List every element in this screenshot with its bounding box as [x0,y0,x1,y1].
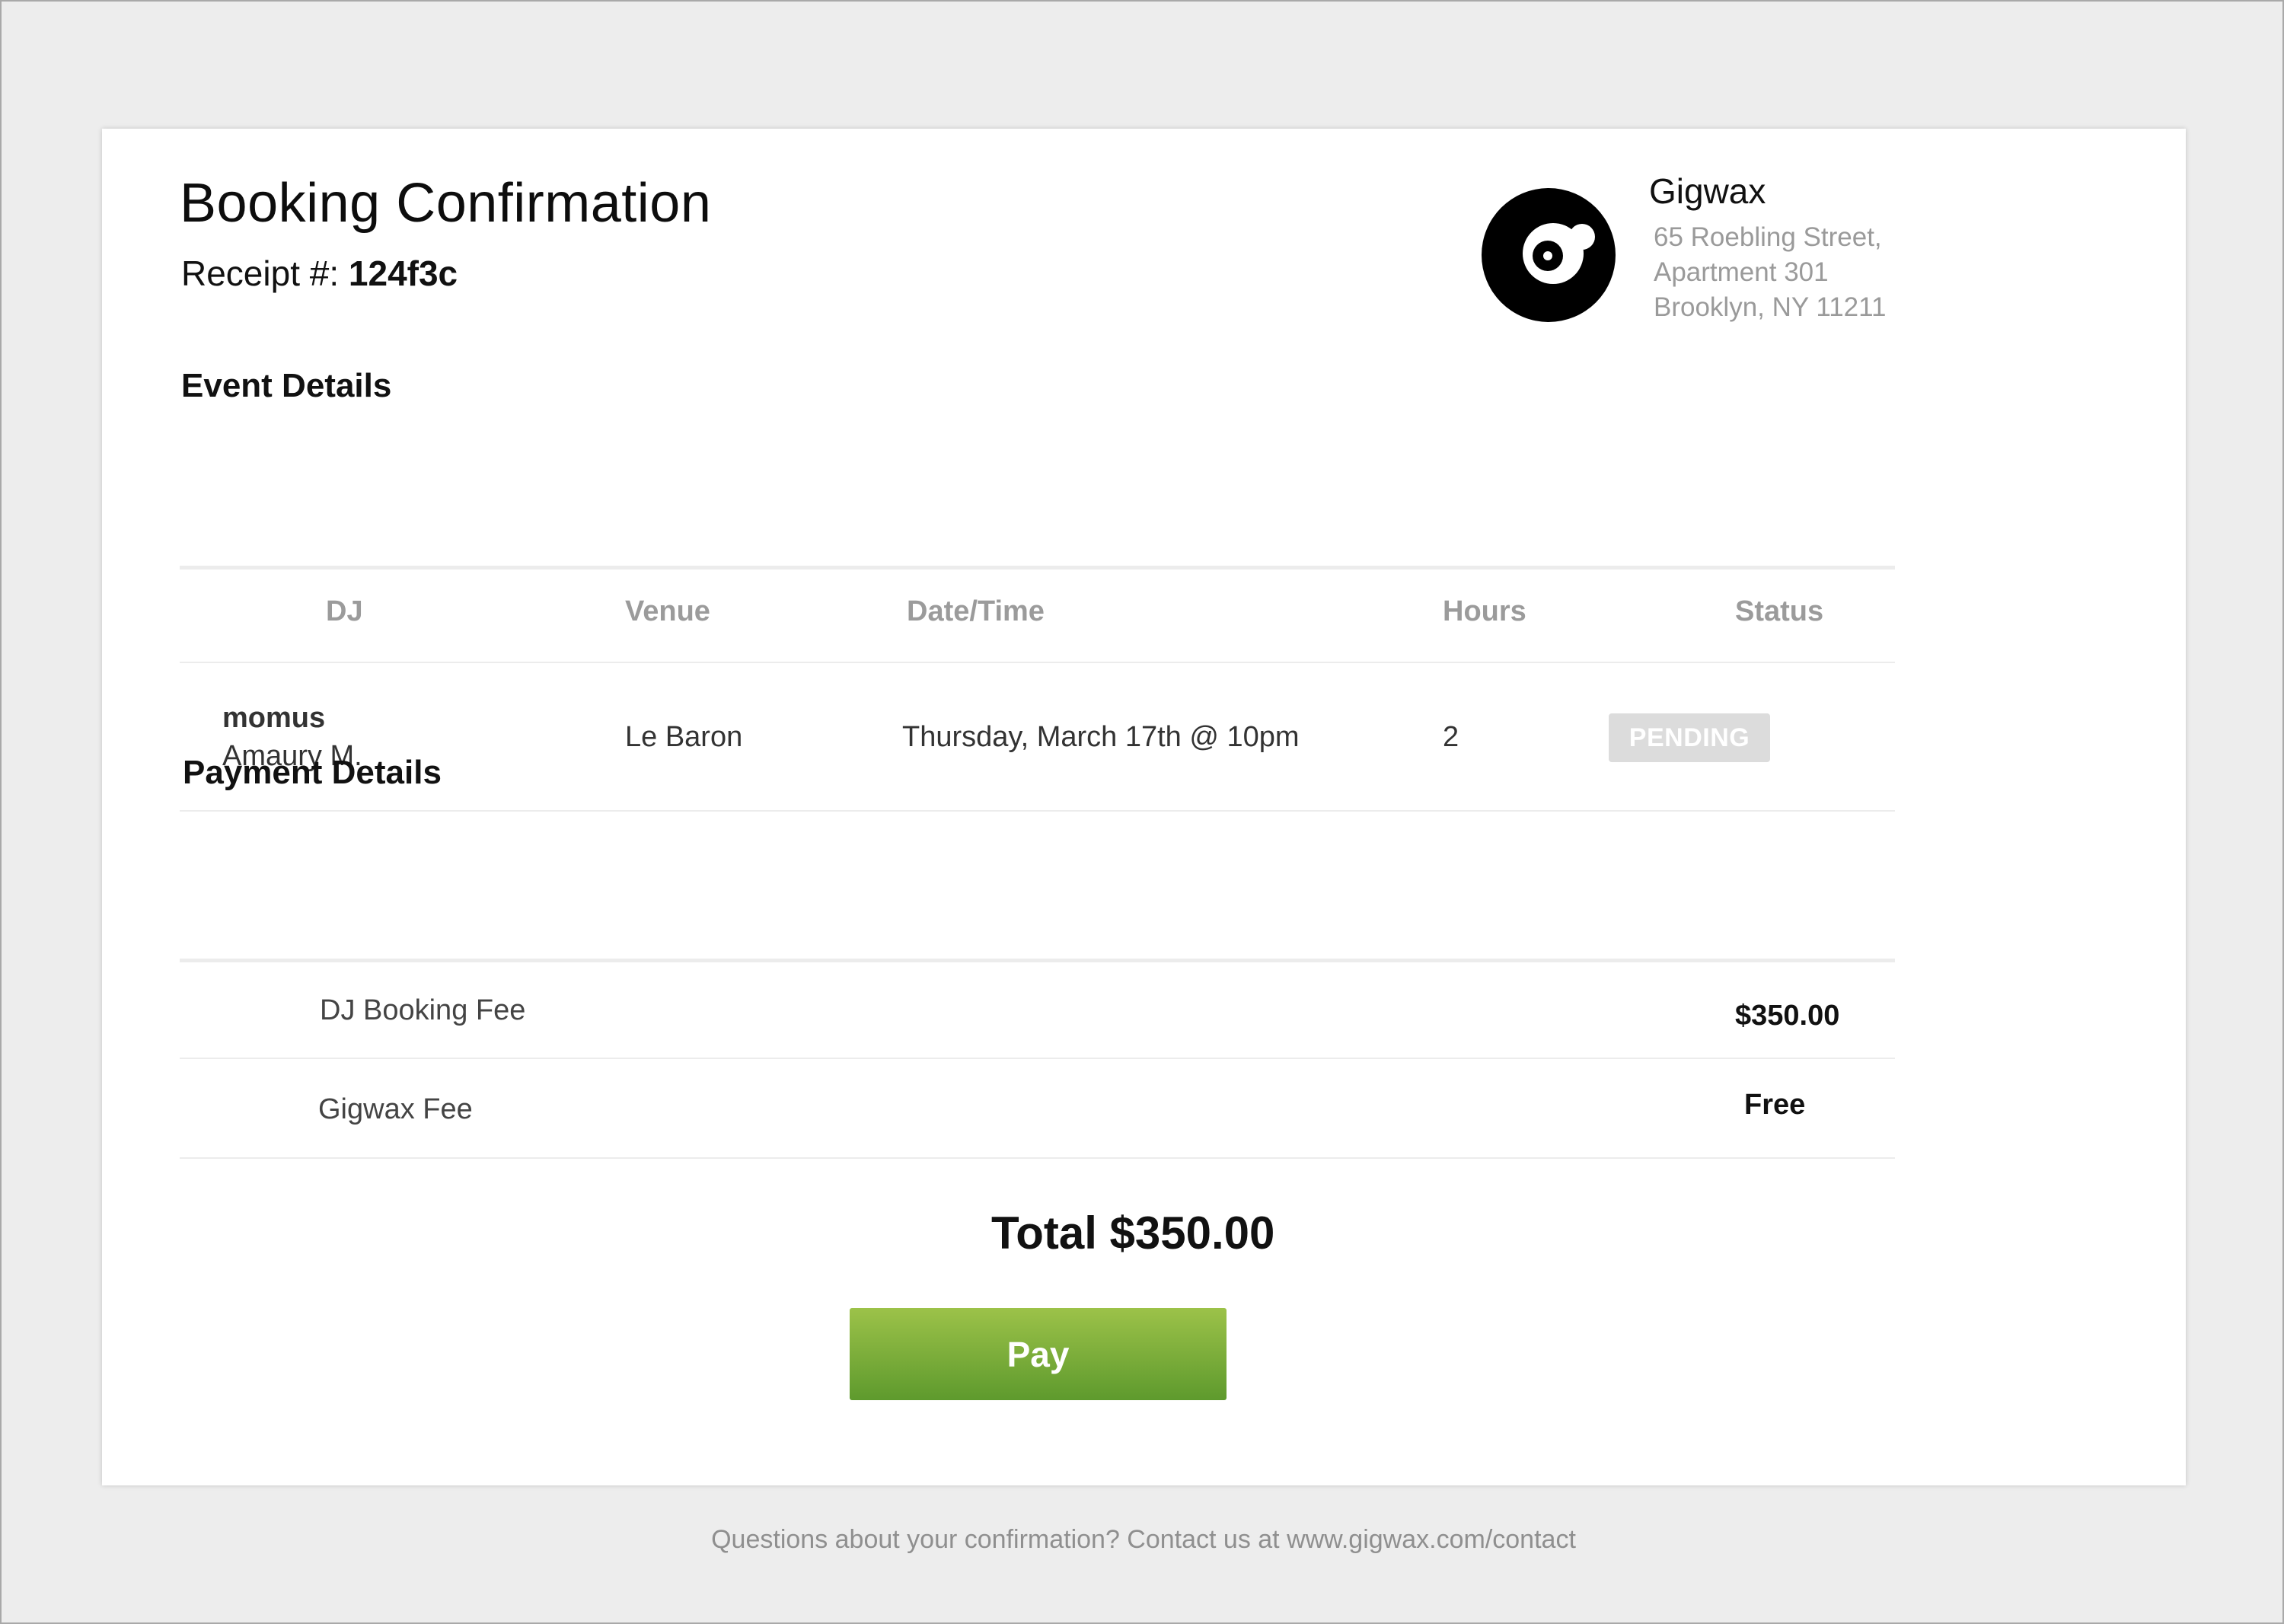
event-table-top-divider [180,566,1895,570]
receipt-number: 124f3c [348,254,458,293]
total-amount: Total $350.00 [991,1208,1275,1259]
event-header-divider [180,662,1895,663]
page-title: Booking Confirmation [180,173,712,234]
column-header-status: Status [1735,595,1824,627]
booking-fee-label: DJ Booking Fee [320,994,526,1026]
payment-row-divider [180,1058,1895,1059]
pay-button[interactable]: Pay [850,1308,1227,1400]
booking-fee-amount: $350.00 [1735,1000,1840,1032]
hours-value: 2 [1443,721,1459,753]
gigwax-fee-label: Gigwax Fee [318,1093,473,1125]
gigwax-fee-amount: Free [1744,1089,1806,1121]
status-badge: PENDING [1609,713,1770,762]
vinyl-record-icon [1482,188,1616,322]
payment-table-bottom-divider [180,1157,1895,1159]
column-header-datetime: Date/Time [907,595,1045,627]
datetime-value: Thursday, March 17th @ 10pm [902,721,1300,753]
receipt-label: Receipt #: [181,254,340,293]
confirmation-card [102,129,2186,1485]
payment-details-title: Payment Details [183,754,442,791]
column-header-venue: Venue [625,595,710,627]
company-address-line1: 65 Roebling Street, [1654,222,1882,252]
company-address-line3: Brooklyn, NY 11211 [1654,292,1887,322]
dj-handle: momus [222,702,326,734]
column-header-hours: Hours [1443,595,1526,627]
event-table-bottom-divider [180,810,1895,812]
footer-contact-text: Questions about your confirmation? Conta… [711,1525,1576,1554]
receipt-line: Receipt #: 124f3c [181,253,458,294]
column-header-dj: DJ [326,595,363,627]
event-details-title: Event Details [181,367,392,404]
company-address-line2: Apartment 301 [1654,257,1829,287]
payment-table-top-divider [180,959,1895,962]
venue-value: Le Baron [625,721,743,753]
company-name: Gigwax [1649,171,1766,211]
